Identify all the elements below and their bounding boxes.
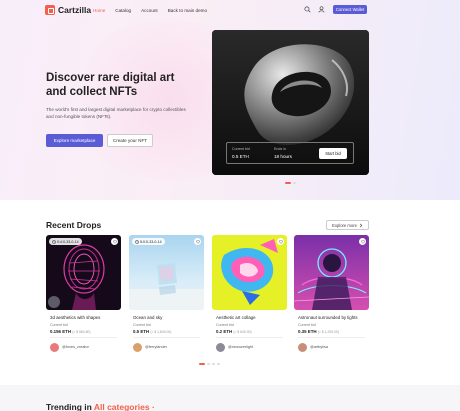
nft-image [294,235,369,310]
nft-price: 0.2 ETH (≈ $ 640.00) [216,329,252,334]
creator-handle[interactable]: @ferrylander [145,345,167,349]
nft-price: 0.156 ETH (≈ $ 584.80) [50,329,91,334]
carousel-dot[interactable] [293,182,296,184]
logo[interactable]: Cartzilla [45,5,91,15]
nft-image: 5:0:0-33-0-14 [129,235,204,310]
nft-title[interactable]: Astronaut surrounded by lights [298,315,358,320]
nav-account[interactable]: Account [141,8,158,13]
ends-in-value: 18 hours [274,154,292,159]
divider [50,337,117,338]
like-button[interactable] [277,238,284,245]
price-usd: (≈ $ 640.00) [233,330,252,334]
clock-icon [52,239,56,244]
carousel-dot[interactable] [285,182,291,184]
carousel-dot[interactable] [217,363,220,365]
hero-carousel-pagination [285,182,296,184]
divider [216,337,283,338]
price-usd: (≈ $ 1,205.00) [317,330,339,334]
divider [298,337,365,338]
nft-card[interactable]: Astronaut surrounded by lights Current b… [294,235,369,358]
current-bid-label: Current bid [298,323,316,327]
nft-image: 0:4:0-33-0-14 [46,235,121,310]
trending-title: Trending in All categories · [46,402,155,411]
price-eth: 0.156 ETH [50,329,71,334]
current-bid-label: Current bid [216,323,234,327]
avatar[interactable] [50,343,59,352]
current-bid-value: 0.5 ETH [232,154,249,159]
nft-title[interactable]: 3d aesthetics with shapes [50,315,100,320]
hero-description: The world's first and largest digital ma… [46,107,186,119]
nft-image [212,235,287,310]
create-nft-button[interactable]: Create your NFT [107,134,153,147]
logo-icon [45,5,55,15]
price-eth: 0.2 ETH [216,329,233,334]
nft-title[interactable]: Aesthetic art collage [216,315,256,320]
hero-featured-nft[interactable]: Current bid 0.5 ETH Ends in 18 hours Sta… [212,30,369,175]
auction-timer-text: 0:4:0-33-0-14 [57,239,79,244]
price-eth: 0.35 ETH [298,329,317,334]
header: Cartzilla Home Catalog Account Back to m… [0,0,460,20]
start-bid-button[interactable]: Start bid [319,148,347,159]
price-usd: (≈ $ 584.80) [72,330,91,334]
auction-timer: 0:4:0-33-0-14 [49,238,82,245]
trending-prefix: Trending in [46,402,92,411]
heart-icon [278,239,283,244]
search-icon[interactable] [304,6,311,13]
recent-drops-title: Recent Drops [46,220,102,230]
creator-handle[interactable]: @foxes_creator [62,345,89,349]
user-icon[interactable] [318,6,325,13]
clock-icon [135,239,139,244]
current-bid-label: Current bid [50,323,68,327]
hero-title: Discover rare digital art and collect NF… [46,72,175,98]
like-button[interactable] [194,238,201,245]
explore-marketplace-button[interactable]: Explore marketplace [46,134,103,147]
nft-card[interactable]: 0:4:0-33-0-14 3d aesthetics with shapes … [46,235,121,358]
nft-card[interactable]: 5:0:0-33-0-14 Ocean and sky Current bid … [129,235,204,358]
carousel-dot[interactable] [199,363,205,365]
carousel-dot[interactable] [207,363,210,365]
ends-in-label: Ends in [274,147,286,151]
heart-icon [360,239,365,244]
nft-price: 0.35 ETH (≈ $ 1,205.00) [298,329,339,334]
price-eth: 0.5 ETH [133,329,150,334]
drops-carousel-pagination [199,363,220,365]
current-bid-label: Current bid [133,323,151,327]
nav-back-to-main-demo[interactable]: Back to main demo [168,8,207,13]
main-nav: Home Catalog Account Back to main demo [93,8,207,13]
chevron-right-icon [359,223,363,227]
creator-handle[interactable]: @artbylisa [310,345,328,349]
divider [133,337,200,338]
nav-catalog[interactable]: Catalog [115,8,131,13]
heart-icon [195,239,200,244]
price-usd: (≈ $ 1,840.00) [150,330,172,334]
auction-timer-text: 5:0:0-33-0-14 [140,239,162,244]
like-button[interactable] [359,238,366,245]
connect-wallet-button[interactable]: Connect Wallet [333,5,367,14]
nft-price: 0.5 ETH (≈ $ 1,840.00) [133,329,171,334]
auction-panel: Current bid 0.5 ETH Ends in 18 hours Sta… [226,142,354,164]
creator-handle[interactable]: @newuzerlight [228,345,253,349]
nft-card[interactable]: Aesthetic art collage Current bid 0.2 ET… [212,235,287,358]
like-button[interactable] [111,238,118,245]
avatar[interactable] [133,343,142,352]
auction-timer: 5:0:0-33-0-14 [132,238,165,245]
carousel-dot[interactable] [212,363,215,365]
category-dropdown[interactable]: All categories [94,402,150,411]
explore-more-label: Explore more [332,222,357,228]
current-bid-label: Current bid [232,147,250,151]
explore-more-button[interactable]: Explore more [326,220,369,230]
category-dropdown-caret[interactable]: · [152,402,155,411]
nft-title[interactable]: Ocean and sky [133,315,162,320]
logo-text: Cartzilla [58,5,92,15]
nav-home[interactable]: Home [93,8,105,13]
avatar[interactable] [216,343,225,352]
avatar[interactable] [298,343,307,352]
heart-icon [112,239,117,244]
